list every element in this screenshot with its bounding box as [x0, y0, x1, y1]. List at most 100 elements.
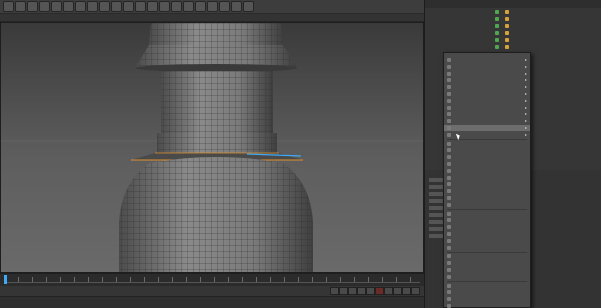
z-axis-icon[interactable]: [99, 1, 110, 12]
coordinate-system-icon[interactable]: [111, 1, 122, 12]
menu-item-icon: [447, 268, 451, 272]
cube-icon[interactable]: [159, 1, 170, 12]
context-menu-item[interactable]: [444, 231, 530, 237]
menu-item-icon: [447, 182, 451, 187]
context-menu-item[interactable]: ▸: [444, 77, 530, 83]
context-menu-item[interactable]: [444, 195, 530, 201]
context-menu-item[interactable]: [444, 141, 530, 147]
tag-icon[interactable]: [505, 9, 509, 14]
context-menu-item[interactable]: [444, 245, 530, 251]
context-menu-item[interactable]: [444, 224, 530, 230]
menu-item-icon: [447, 85, 451, 90]
object-row[interactable]: [425, 8, 601, 15]
array-icon[interactable]: [195, 1, 206, 12]
play-icon[interactable]: [348, 287, 357, 295]
menu-item-icon: [447, 274, 451, 279]
context-menu-item[interactable]: [444, 274, 530, 280]
viewport-menubar: [0, 14, 424, 22]
timeline[interactable]: [0, 273, 424, 286]
context-menu-item[interactable]: [444, 283, 530, 289]
tag-icon[interactable]: [505, 16, 509, 21]
tag-icon[interactable]: [505, 37, 509, 42]
go-to-end-icon[interactable]: [366, 287, 375, 295]
autokey-icon[interactable]: [384, 287, 393, 295]
move-icon[interactable]: [39, 1, 50, 12]
context-menu-item[interactable]: [444, 154, 530, 160]
context-menu-item[interactable]: [444, 238, 530, 244]
visibility-icon[interactable]: [495, 9, 499, 14]
context-menu-item[interactable]: ▸: [444, 125, 530, 131]
subdivision-surface-icon[interactable]: [183, 1, 194, 12]
tag-icon[interactable]: [505, 30, 509, 35]
context-menu-item[interactable]: [444, 168, 530, 174]
object-row[interactable]: [425, 22, 601, 29]
step-back-icon[interactable]: [339, 287, 348, 295]
floor-icon[interactable]: [219, 1, 230, 12]
tag-icon[interactable]: [505, 44, 509, 49]
submenu-arrow-icon: ▸: [524, 97, 527, 103]
object-row[interactable]: [425, 43, 601, 50]
menu-item-icon: [447, 58, 451, 62]
viewport[interactable]: [0, 22, 424, 273]
motion-icon[interactable]: [402, 287, 411, 295]
live-selection-icon[interactable]: [27, 1, 38, 12]
render-picture-viewer-icon[interactable]: [135, 1, 146, 12]
context-menu-item[interactable]: [444, 289, 530, 295]
playhead[interactable]: [4, 275, 7, 284]
go-to-start-icon[interactable]: [330, 287, 339, 295]
timeline-ruler[interactable]: [4, 277, 420, 283]
keyframe-icon[interactable]: [393, 287, 402, 295]
submenu-arrow-icon: ▸: [524, 77, 527, 83]
context-menu-item[interactable]: [444, 217, 530, 223]
context-menu-item[interactable]: [444, 188, 530, 194]
y-axis-icon[interactable]: [87, 1, 98, 12]
rotate-icon[interactable]: [63, 1, 74, 12]
menu-item-icon: [447, 290, 451, 295]
context-menu-item[interactable]: ▸: [444, 111, 530, 117]
context-menu-item[interactable]: ▸: [444, 105, 530, 111]
undo-icon[interactable]: [3, 1, 14, 12]
context-menu-item[interactable]: [444, 260, 530, 266]
context-menu-item[interactable]: [444, 267, 530, 273]
menu-item-icon: [447, 132, 451, 137]
playback-settings-icon[interactable]: [411, 287, 420, 295]
record-icon[interactable]: [375, 287, 384, 295]
context-menu-item[interactable]: [444, 161, 530, 167]
context-menu-item[interactable]: ▸: [444, 118, 530, 124]
context-menu-item[interactable]: [444, 211, 530, 217]
material-manager: [0, 296, 424, 308]
context-menu-item[interactable]: ▸: [444, 84, 530, 90]
step-forward-icon[interactable]: [357, 287, 366, 295]
context-menu-item[interactable]: ▸: [444, 71, 530, 77]
pen-icon[interactable]: [171, 1, 182, 12]
x-axis-icon[interactable]: [75, 1, 86, 12]
context-menu-item[interactable]: ▸: [444, 57, 530, 63]
context-menu-item[interactable]: [444, 147, 530, 153]
deformer-icon[interactable]: [207, 1, 218, 12]
menu-item-icon: [447, 245, 451, 250]
context-menu-item[interactable]: [444, 181, 530, 187]
object-row[interactable]: [425, 15, 601, 22]
scale-icon[interactable]: [51, 1, 62, 12]
visibility-icon[interactable]: [495, 23, 499, 28]
render-view-icon[interactable]: [123, 1, 134, 12]
context-menu-item[interactable]: [444, 296, 530, 302]
context-menu-item[interactable]: ▸: [444, 91, 530, 97]
context-menu-item[interactable]: [444, 202, 530, 208]
context-menu-item[interactable]: [444, 175, 530, 181]
context-menu-item[interactable]: ▸: [444, 98, 530, 104]
object-row[interactable]: [425, 36, 601, 43]
context-menu-item[interactable]: ▸: [444, 64, 530, 70]
camera-icon[interactable]: [231, 1, 242, 12]
context-menu-item[interactable]: [444, 303, 530, 308]
visibility-icon[interactable]: [495, 44, 499, 49]
redo-icon[interactable]: [15, 1, 26, 12]
visibility-icon[interactable]: [495, 16, 499, 21]
object-row[interactable]: [425, 29, 601, 36]
visibility-icon[interactable]: [495, 37, 499, 42]
visibility-icon[interactable]: [495, 30, 499, 35]
tag-icon[interactable]: [505, 23, 509, 28]
light-icon[interactable]: [243, 1, 254, 12]
context-menu-item[interactable]: [444, 253, 530, 259]
render-settings-icon[interactable]: [147, 1, 158, 12]
